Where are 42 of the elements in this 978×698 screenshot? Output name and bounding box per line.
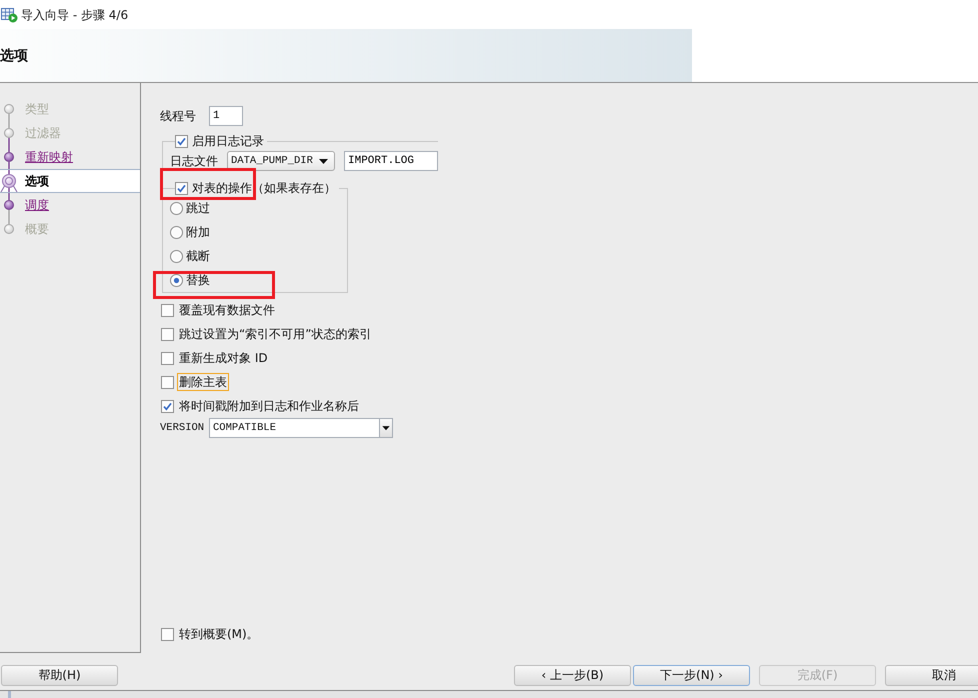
checkbox[interactable] xyxy=(161,352,174,364)
help-button[interactable]: 帮助(H) xyxy=(1,665,118,686)
directory-dropdown[interactable]: DATA_PUMP_DIR xyxy=(227,151,335,171)
checkbox-label: 重新生成对象 ID xyxy=(178,350,269,367)
checkbox-label: 将时间戳附加到日志和作业名称后 xyxy=(178,398,360,415)
checkbox[interactable] xyxy=(161,628,174,640)
page-title: 选项 xyxy=(0,46,28,64)
radio-button[interactable] xyxy=(170,202,183,214)
back-button[interactable]: ‹ 上一步(B) xyxy=(514,665,631,686)
checkbox-label: 对表的操作（如果表存在） xyxy=(192,180,336,196)
version-label: VERSION xyxy=(160,422,206,434)
wizard-step[interactable]: 重新映射 xyxy=(0,145,140,169)
cancel-button[interactable]: 取消 xyxy=(885,665,978,686)
checkbox-label: 启用日志记录 xyxy=(192,133,264,149)
radio-label: 截断 xyxy=(186,248,210,264)
radio-button[interactable] xyxy=(170,250,183,262)
checkbox-label: 跳过设置为“索引不可用”状态的索引 xyxy=(178,326,372,343)
checkbox[interactable] xyxy=(161,400,174,412)
dropdown-arrow-icon xyxy=(319,158,328,164)
checkbox[interactable] xyxy=(175,134,188,148)
checkbox[interactable] xyxy=(175,182,188,194)
radio-label: 替换 xyxy=(186,272,210,288)
checkbox[interactable] xyxy=(161,376,174,388)
step-node-icon xyxy=(0,170,18,192)
checkbox-label: 删除主表 xyxy=(177,373,229,391)
checkbox[interactable] xyxy=(161,328,174,340)
checkbox-label: 覆盖现有数据文件 xyxy=(178,302,276,319)
thread-count-label: 线程号 xyxy=(160,108,197,124)
window-title: 导入向导 - 步骤 4/6 xyxy=(21,6,128,22)
radio-label: 跳过 xyxy=(186,200,210,216)
checkbox-label: 转到概要(M)。 xyxy=(178,626,260,643)
radio-button[interactable] xyxy=(170,226,183,238)
wizard-step[interactable]: 选项 xyxy=(0,169,140,193)
log-file-label: 日志文件 xyxy=(170,153,219,169)
radio-button[interactable] xyxy=(170,274,183,286)
wizard-step[interactable]: 调度 xyxy=(0,193,140,217)
radio-label: 附加 xyxy=(186,224,210,240)
version-dropdown[interactable]: COMPATIBLE xyxy=(209,418,393,438)
log-file-field[interactable]: IMPORT.LOG xyxy=(344,151,438,171)
next-button[interactable]: 下一步(N) › xyxy=(633,665,750,686)
thread-count-field[interactable]: 1 xyxy=(209,106,243,126)
checkbox[interactable] xyxy=(161,304,174,316)
